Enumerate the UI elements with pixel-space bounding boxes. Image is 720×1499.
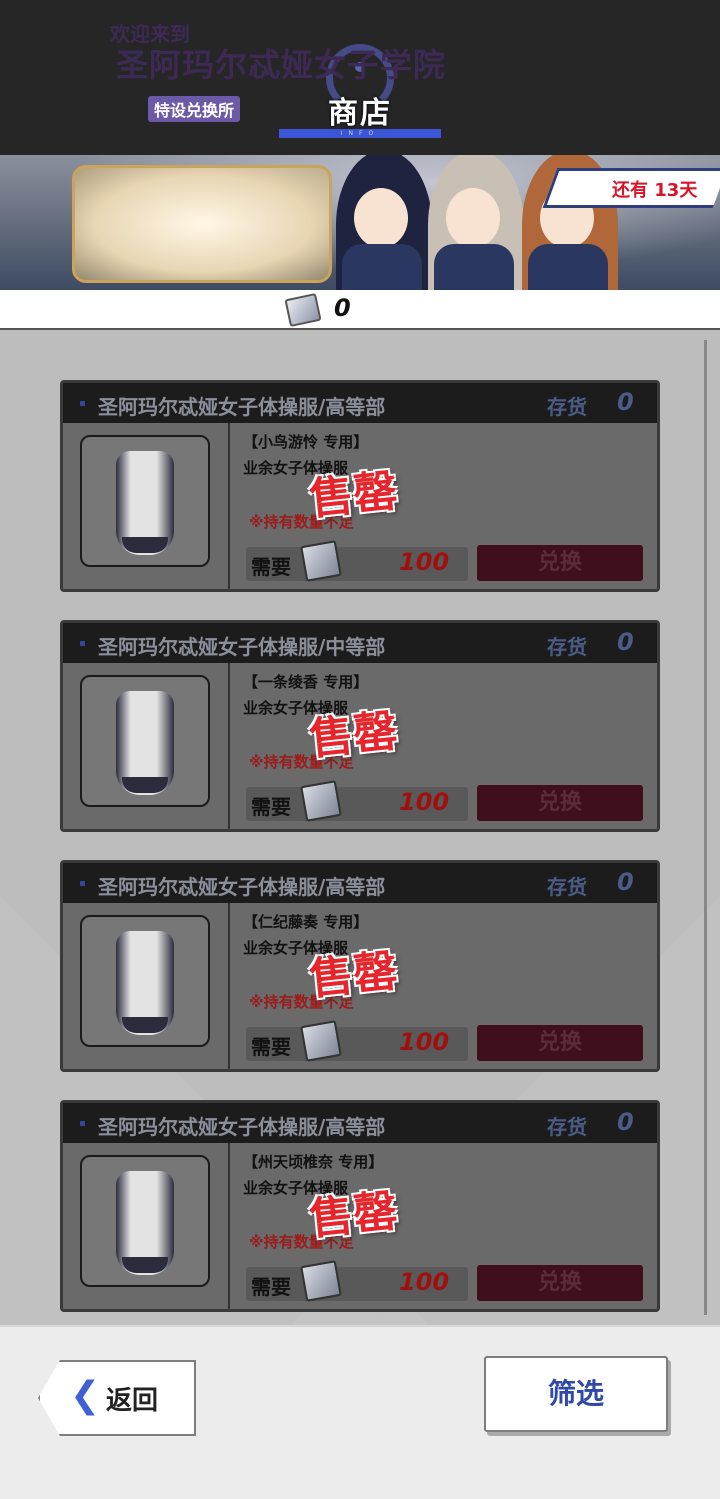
character-image: [428, 155, 524, 290]
divider: [228, 423, 230, 589]
ticket-icon: [300, 1260, 342, 1302]
days-left-text: 还有 13天: [612, 180, 698, 201]
item-thumbnail[interactable]: [80, 675, 210, 807]
exchange-button[interactable]: 兑换: [477, 545, 643, 581]
character-image: [336, 155, 432, 290]
bullet-icon: [80, 641, 85, 646]
item-thumbnail[interactable]: [80, 1155, 210, 1287]
shop-item-card[interactable]: 圣阿玛尔忒娅女子体操服/高等部 存货 0 【仁纪藤奏 专用】 业余女子体操服 ※…: [60, 860, 660, 1072]
need-label: 需要: [251, 1035, 291, 1059]
event-logo: [72, 165, 332, 283]
bullet-icon: [80, 1121, 85, 1126]
item-name: 圣阿玛尔忒娅女子体操服/高等部: [98, 875, 386, 899]
currency-amount: 0: [334, 294, 351, 322]
uniform-icon: [116, 1171, 174, 1275]
item-thumbnail[interactable]: [80, 435, 210, 567]
filter-button[interactable]: 筛选: [484, 1356, 668, 1432]
uniform-icon: [116, 451, 174, 555]
sold-out-stamp: 售罄: [307, 465, 400, 526]
need-label: 需要: [251, 555, 291, 579]
ticket-icon: [300, 540, 342, 582]
sold-out-stamp: 售罄: [307, 1185, 400, 1246]
stock-label: 存货: [547, 1115, 587, 1139]
logo-school-name: 圣阿玛尔忒娅女子学院: [116, 46, 447, 84]
currency-bar: [0, 290, 720, 330]
uniform-icon: [116, 931, 174, 1035]
logo-shop-name: 特设兑换所: [148, 96, 241, 122]
scrollbar[interactable]: [704, 340, 707, 1315]
bullet-icon: [80, 401, 85, 406]
ticket-icon: [300, 780, 342, 822]
chevron-left-icon: ❮: [70, 1375, 101, 1416]
shop-item-card[interactable]: 圣阿玛尔忒娅女子体操服/中等部 存货 0 【一条绫香 专用】 业余女子体操服 ※…: [60, 620, 660, 832]
stock-label: 存货: [547, 635, 587, 659]
back-label: 返回: [106, 1386, 159, 1416]
cost-value: 100: [399, 1028, 450, 1056]
stock-value: 0: [617, 1108, 634, 1136]
cost-value: 100: [399, 1268, 450, 1296]
item-user: 【小鸟游怜 专用】: [243, 433, 369, 451]
stock-value: 0: [617, 388, 634, 416]
divider: [228, 1143, 230, 1309]
item-user: 【仁纪藤奏 专用】: [243, 913, 369, 931]
shop-item-card[interactable]: 圣阿玛尔忒娅女子体操服/高等部 存货 0 【小鸟游怜 专用】 业余女子体操服 ※…: [60, 380, 660, 592]
sold-out-stamp: 售罄: [307, 945, 400, 1006]
need-label: 需要: [251, 795, 291, 819]
item-thumbnail[interactable]: [80, 915, 210, 1047]
cost-value: 100: [399, 548, 450, 576]
info-label: INFO: [340, 130, 380, 137]
stock-value: 0: [617, 628, 634, 656]
divider: [228, 663, 230, 829]
exchange-button[interactable]: 兑换: [477, 785, 643, 821]
item-name: 圣阿玛尔忒娅女子体操服/高等部: [98, 395, 386, 419]
cost-value: 100: [399, 788, 450, 816]
ticket-icon: [300, 1020, 342, 1062]
item-user: 【州天顷椎奈 专用】: [243, 1153, 384, 1171]
sold-out-stamp: 售罄: [307, 705, 400, 766]
bullet-icon: [80, 881, 85, 886]
stock-value: 0: [617, 868, 634, 896]
item-name: 圣阿玛尔忒娅女子体操服/高等部: [98, 1115, 386, 1139]
item-user: 【一条绫香 专用】: [243, 673, 369, 691]
exchange-button[interactable]: 兑换: [477, 1025, 643, 1061]
item-name: 圣阿玛尔忒娅女子体操服/中等部: [98, 635, 386, 659]
stock-label: 存货: [547, 395, 587, 419]
need-label: 需要: [251, 1275, 291, 1299]
exchange-button[interactable]: 兑换: [477, 1265, 643, 1301]
page-title: 商店: [328, 96, 392, 131]
shop-item-card[interactable]: 圣阿玛尔忒娅女子体操服/高等部 存货 0 【州天顷椎奈 专用】 业余女子体操服 …: [60, 1100, 660, 1312]
divider: [228, 903, 230, 1069]
stock-label: 存货: [547, 875, 587, 899]
uniform-icon: [116, 691, 174, 795]
